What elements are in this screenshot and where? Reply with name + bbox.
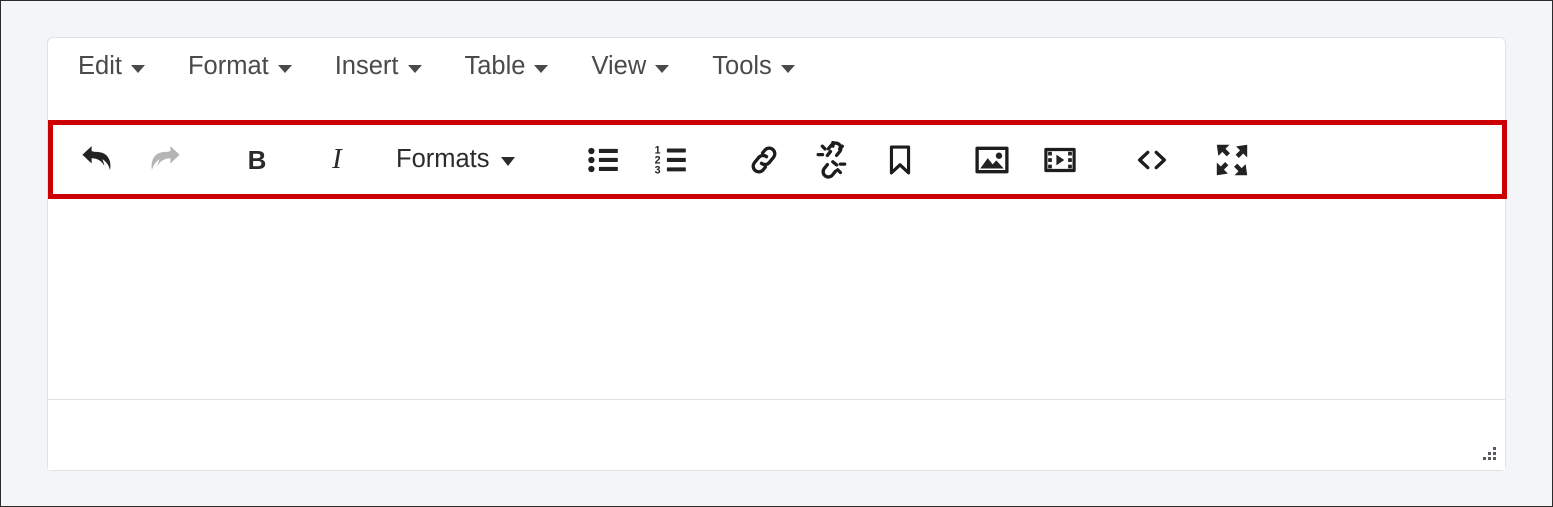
bold-icon: B [247, 144, 267, 175]
rich-text-editor: Edit Format Insert Table View Tools B I … [47, 37, 1507, 471]
menu-item-label: Table [464, 52, 526, 81]
menu-item-table[interactable]: Table [455, 50, 559, 84]
link-button[interactable] [737, 133, 791, 187]
unlink-button[interactable] [805, 133, 859, 187]
bookmark-icon [882, 142, 918, 178]
resize-grip-handle[interactable] [1480, 447, 1496, 463]
source-code-icon [1133, 141, 1171, 179]
fullscreen-icon [1213, 141, 1251, 179]
media-icon [1042, 142, 1078, 178]
chevron-down-icon [277, 65, 292, 73]
numbered-list-button[interactable]: 1 2 3 [645, 133, 699, 187]
chevron-down-icon [130, 65, 145, 73]
chevron-down-icon [500, 157, 515, 166]
menu-item-label: Format [187, 52, 269, 81]
redo-button[interactable] [138, 133, 192, 187]
editor-content-area[interactable] [48, 199, 1505, 399]
menu-item-view[interactable]: View [581, 50, 679, 84]
menubar: Edit Format Insert Table View Tools [48, 38, 1505, 96]
menu-item-edit[interactable]: Edit [68, 50, 155, 84]
media-button[interactable] [1033, 133, 1087, 187]
bullet-list-icon [586, 142, 622, 178]
image-button[interactable] [965, 133, 1019, 187]
chevron-down-icon [534, 65, 549, 73]
toolbar-highlight-box: B I Formats 1 2 3 [48, 120, 1507, 199]
fullscreen-button[interactable] [1205, 133, 1259, 187]
undo-button[interactable] [70, 133, 124, 187]
bold-button[interactable]: B [230, 133, 284, 187]
menu-item-format[interactable]: Format [178, 50, 302, 84]
menu-item-label: Insert [334, 52, 399, 81]
image-icon [973, 141, 1011, 179]
link-icon [745, 141, 783, 179]
numbered-list-icon: 1 2 3 [654, 142, 690, 178]
menu-item-label: View [591, 52, 647, 81]
chevron-down-icon [780, 65, 795, 73]
chevron-down-icon [407, 65, 422, 73]
chevron-down-icon [655, 65, 670, 73]
bookmark-button[interactable] [873, 133, 927, 187]
statusbar [48, 399, 1505, 470]
menu-item-label: Tools [712, 52, 772, 81]
menu-item-tools[interactable]: Tools [702, 50, 805, 84]
menu-item-insert[interactable]: Insert [325, 50, 432, 84]
formats-dropdown[interactable]: Formats [386, 141, 525, 179]
menu-item-label: Edit [78, 52, 122, 81]
svg-text:3: 3 [654, 164, 660, 176]
italic-icon: I [332, 143, 342, 175]
unlink-icon [813, 140, 851, 179]
bullet-list-button[interactable] [577, 133, 631, 187]
redo-icon [146, 141, 184, 179]
italic-button[interactable]: I [310, 133, 364, 187]
toolbar: B I Formats 1 2 3 [53, 125, 1502, 194]
formats-label: Formats [396, 144, 490, 173]
undo-icon [78, 141, 116, 179]
source-code-button[interactable] [1125, 133, 1179, 187]
